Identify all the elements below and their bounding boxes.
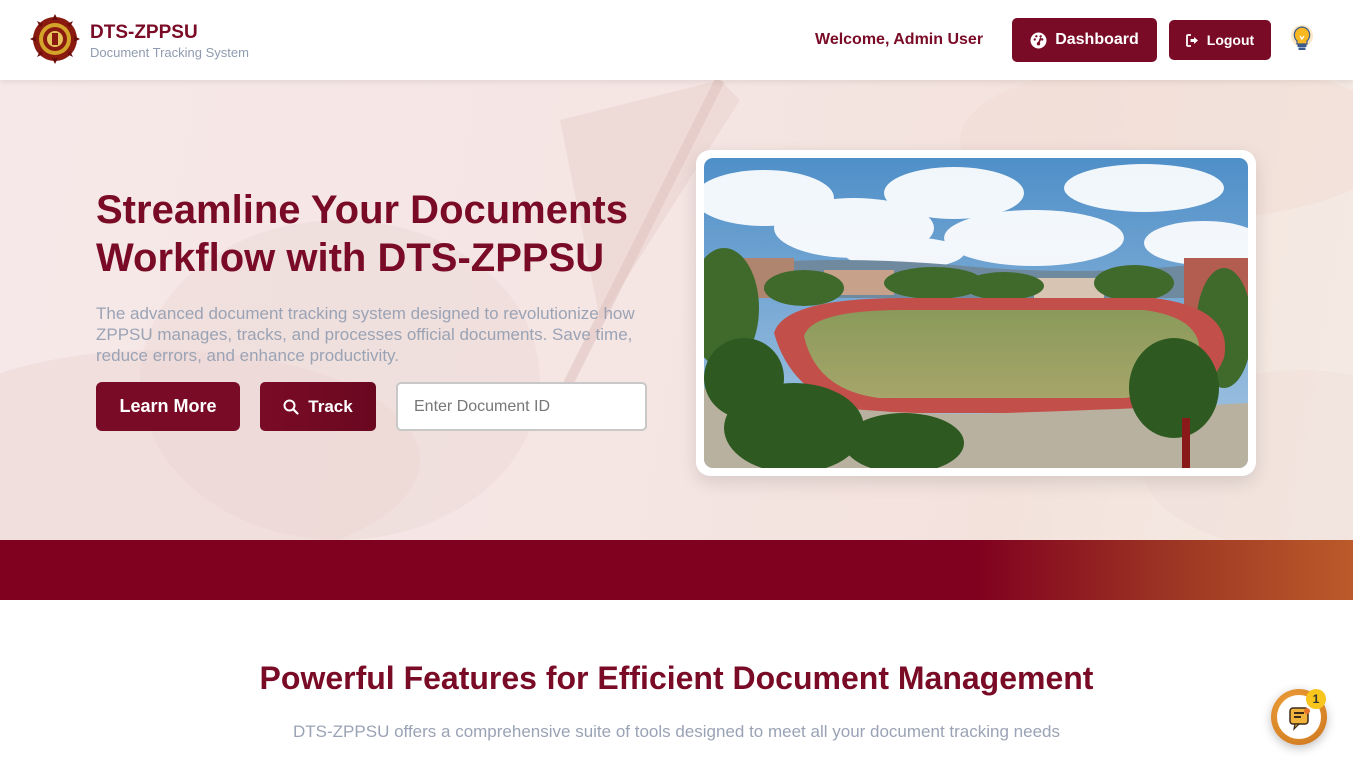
campus-photo-frame bbox=[696, 150, 1256, 476]
lightbulb-icon[interactable] bbox=[1287, 22, 1317, 56]
track-button[interactable]: Track bbox=[260, 382, 376, 431]
dashboard-button[interactable]: Dashboard bbox=[1012, 18, 1157, 62]
top-navbar: DTS-ZPPSU Document Tracking System Welco… bbox=[0, 0, 1353, 80]
chatbot-notification-badge: 1 bbox=[1306, 689, 1326, 709]
logout-button[interactable]: Logout bbox=[1169, 20, 1271, 60]
brand-subtitle: Document Tracking System bbox=[90, 45, 249, 60]
chatbot-icon bbox=[1289, 707, 1310, 731]
hero-description: The advanced document tracking system de… bbox=[96, 304, 635, 365]
campus-photo bbox=[704, 158, 1248, 468]
dashboard-label: Dashboard bbox=[1055, 31, 1139, 48]
maroon-divider-band bbox=[0, 540, 1353, 600]
university-seal-icon[interactable] bbox=[30, 14, 80, 64]
features-title: Powerful Features for Efficient Document… bbox=[259, 660, 1094, 696]
learn-more-button[interactable]: Learn More bbox=[96, 382, 240, 431]
hero-section: Streamline Your Documents Workflow with … bbox=[0, 80, 1353, 540]
track-label: Track bbox=[308, 396, 353, 416]
welcome-text: Welcome, Admin User bbox=[815, 31, 984, 48]
sign-out-icon bbox=[1185, 33, 1198, 47]
features-subtitle: DTS-ZPPSU offers a comprehensive suite o… bbox=[293, 722, 1060, 741]
document-id-input[interactable] bbox=[396, 382, 647, 431]
logout-label: Logout bbox=[1206, 32, 1255, 48]
search-icon bbox=[283, 399, 299, 415]
hero-title: Streamline Your Documents Workflow with … bbox=[96, 188, 628, 280]
gauge-icon bbox=[1030, 32, 1047, 48]
brand-title: DTS-ZPPSU bbox=[90, 22, 198, 43]
